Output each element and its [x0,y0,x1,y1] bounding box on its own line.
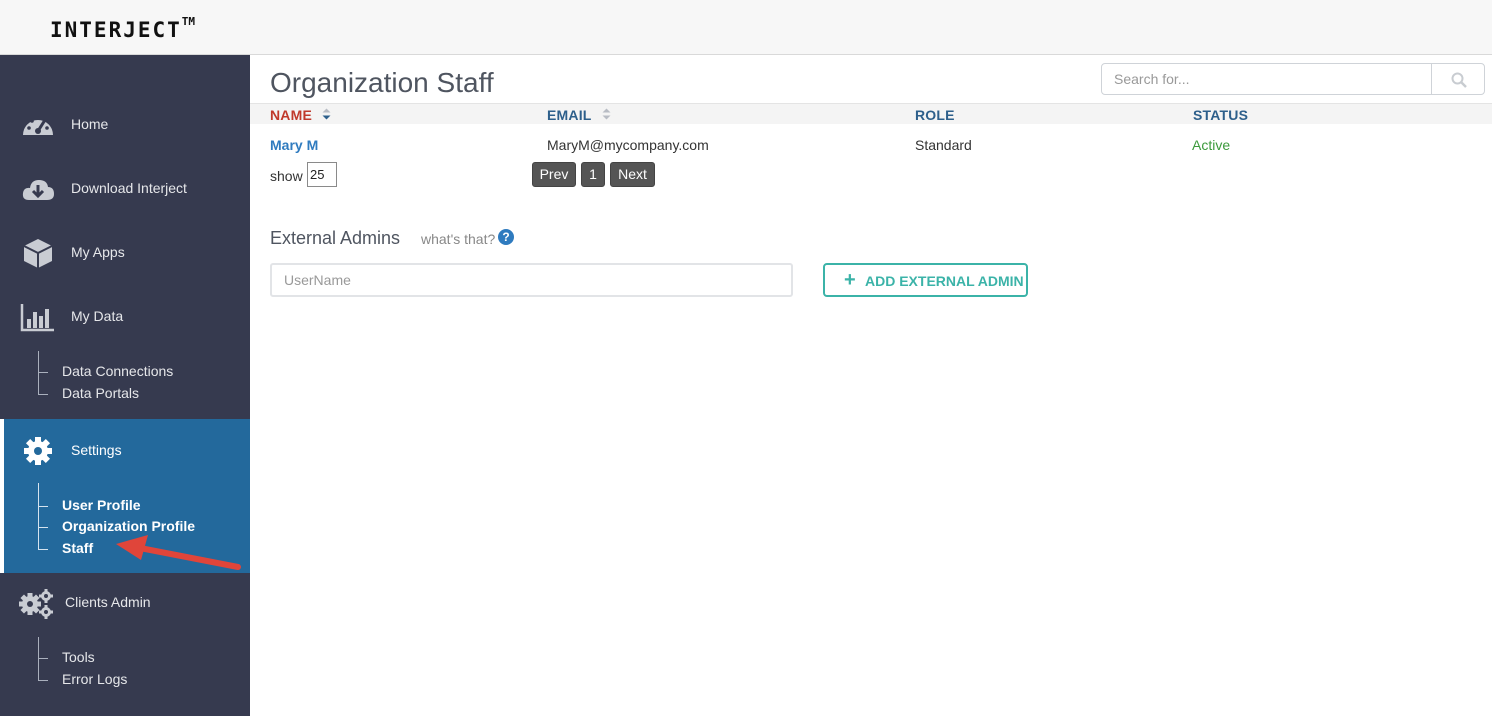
staff-status: Active [1192,137,1231,153]
sidebar-item-label: Download Interject [71,180,187,196]
next-button[interactable]: Next [610,162,655,187]
gears-icon [16,587,53,619]
sidebar-subitem-staff[interactable]: Staff [38,540,94,556]
bar-chart-icon [20,301,56,333]
page-1-button[interactable]: 1 [581,162,605,187]
sort-desc-icon [322,107,331,123]
column-header-name[interactable]: NAME [270,107,331,124]
tree-tick [38,372,48,373]
question-circle-icon[interactable]: ? [498,229,514,245]
tree-tick [38,658,48,659]
tree-tick [38,506,48,507]
sidebar: Home Download Interject My Apps My Data … [0,55,250,716]
sidebar-item-label: Home [71,116,109,132]
search-input[interactable] [1101,63,1432,95]
subitem-label: Tools [62,649,95,665]
column-header-status: STATUS [1193,107,1249,123]
column-header-role: ROLE [915,107,955,123]
subitem-label: Staff [62,540,94,556]
sort-icon [602,107,611,123]
tree-tick [38,394,48,395]
subitem-label: User Profile [62,497,141,513]
page-size-input[interactable] [307,162,337,187]
add-external-admin-button[interactable]: + ADD EXTERNAL ADMIN [823,263,1028,297]
sidebar-item-home[interactable]: Home [0,105,250,145]
top-bar: INTERJECTTM [0,0,1492,55]
staff-role: Standard [915,137,972,153]
sidebar-item-label: My Data [71,308,124,324]
add-external-admin-label: ADD EXTERNAL ADMIN [865,273,1024,289]
tree-line [38,483,39,549]
sidebar-item-label: My Apps [71,244,125,260]
logo-text: INTERJECT [50,18,182,42]
username-input[interactable] [270,263,793,297]
search-icon [1451,72,1467,88]
table-header: NAME EMAIL ROLE STATUS [250,103,1492,124]
staff-name-link[interactable]: Mary M [270,137,318,153]
sidebar-subitem-data-portals[interactable]: Data Portals [38,385,140,401]
sidebar-item-label: Clients Admin [65,594,151,610]
tree-line [38,351,39,395]
dashboard-icon [20,109,56,141]
main-content: Organization Staff NAME EMAIL ROLE STATU… [250,55,1492,716]
column-label: NAME [270,107,313,123]
red-pointer-arrow [116,535,241,570]
tree-line [38,637,39,681]
gear-icon [20,435,56,467]
my-data-subnav: Data Connections Data Portals [0,351,250,401]
plus-icon: + [844,269,856,291]
cube-icon [20,237,56,269]
sidebar-subitem-error-logs[interactable]: Error Logs [38,671,128,687]
cloud-download-icon [20,173,56,205]
tree-tick [38,527,48,528]
tree-tick [38,680,48,681]
external-admins-title: External Admins [270,228,401,248]
column-header-email[interactable]: EMAIL [547,107,611,124]
staff-email: MaryM@mycompany.com [547,137,709,153]
interject-logo[interactable]: INTERJECTTM [50,15,196,42]
page-title: Organization Staff [270,67,494,98]
subitem-label: Error Logs [62,671,128,687]
column-label: EMAIL [547,107,592,123]
search-button[interactable] [1431,63,1485,95]
sidebar-item-download-interject[interactable]: Download Interject [0,169,250,209]
sidebar-subitem-user-profile[interactable]: User Profile [38,497,141,513]
subitem-label: Data Connections [62,363,174,379]
sidebar-item-clients-admin[interactable]: Clients Admin [0,583,250,623]
tree-tick [38,549,48,550]
whats-that-link[interactable]: what's that? [421,231,495,247]
sidebar-subitem-tools[interactable]: Tools [38,649,95,665]
subitem-label: Data Portals [62,385,140,401]
sidebar-item-my-data[interactable]: My Data [0,297,250,337]
sidebar-subitem-data-connections[interactable]: Data Connections [38,363,174,379]
show-label: show [270,168,303,184]
sidebar-item-my-apps[interactable]: My Apps [0,233,250,273]
prev-button[interactable]: Prev [532,162,576,187]
trademark: TM [181,15,196,28]
clients-admin-subnav: Tools Error Logs [0,637,250,687]
sidebar-item-label: Settings [71,442,122,458]
sidebar-item-settings[interactable]: Settings [0,431,250,471]
